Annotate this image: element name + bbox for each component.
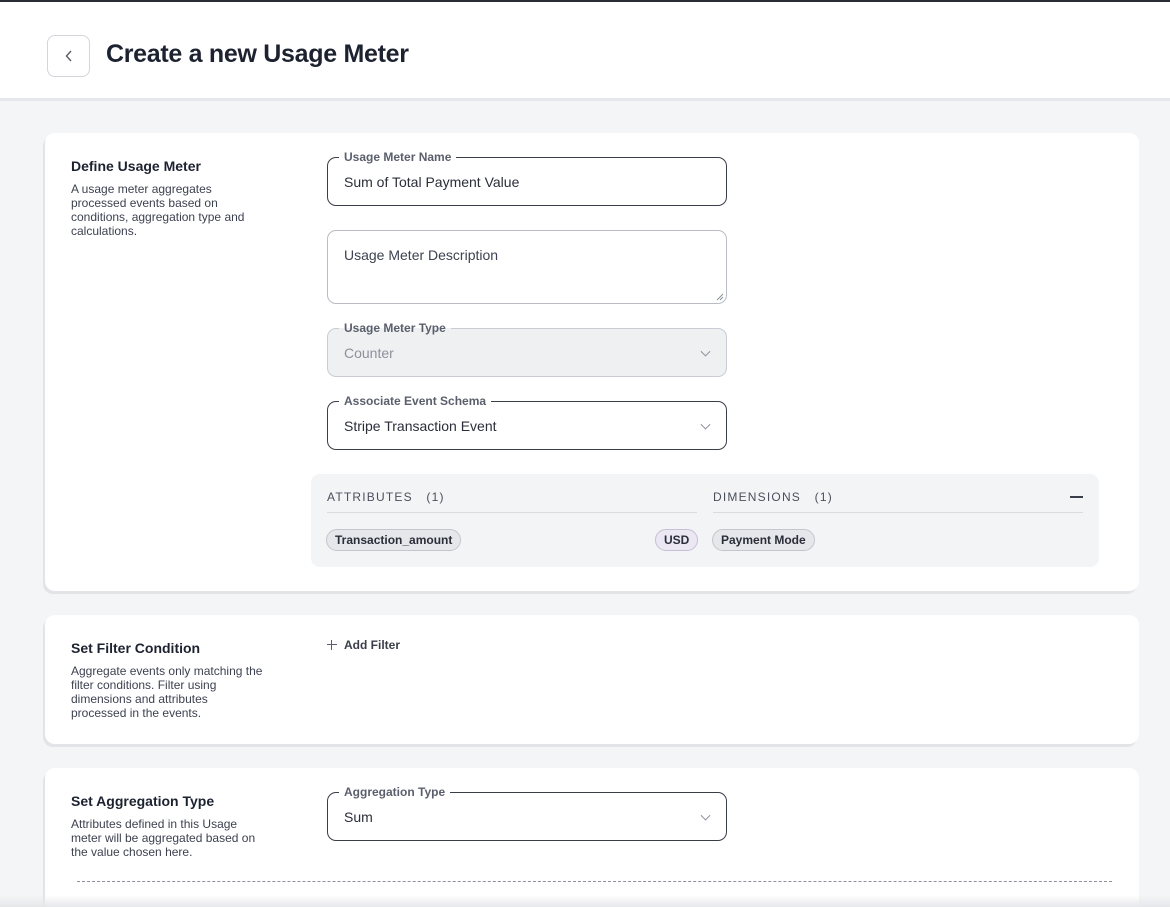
resize-handle-icon[interactable]: [716, 293, 724, 301]
usage-meter-name-field[interactable]: Usage Meter Name Sum of Total Payment Va…: [327, 149, 727, 206]
field-label: Associate Event Schema: [339, 393, 492, 409]
usage-meter-description-field[interactable]: Usage Meter Description: [327, 230, 727, 304]
schema-details-panel: ATTRIBUTES (1) Transaction_amount USD DI…: [311, 474, 1099, 567]
section-title: Define Usage Meter: [71, 158, 201, 174]
attribute-chip: Transaction_amount: [326, 529, 462, 551]
dimension-chip: Payment Mode: [712, 529, 815, 551]
dimensions-header-label: DIMENSIONS: [713, 490, 802, 504]
divider: [327, 512, 697, 513]
dimensions-header: DIMENSIONS (1): [713, 490, 833, 504]
usage-meter-name-value: Sum of Total Payment Value: [344, 174, 520, 190]
event-schema-select[interactable]: Associate Event Schema Stripe Transactio…: [327, 393, 727, 450]
usage-meter-type-value: Counter: [344, 345, 394, 361]
field-label: Usage Meter Type: [339, 320, 451, 336]
collapse-icon[interactable]: [1070, 496, 1083, 498]
section-description: A usage meter aggregates processed event…: [71, 182, 245, 238]
chevron-down-icon: [700, 810, 711, 821]
attributes-header-label: ATTRIBUTES: [327, 490, 413, 504]
attributes-header: ATTRIBUTES (1): [327, 490, 445, 504]
event-schema-value: Stripe Transaction Event: [344, 418, 497, 434]
field-label: Usage Meter Name: [339, 149, 457, 165]
aggregation-type-select[interactable]: Aggregation Type Sum: [327, 784, 727, 841]
dimensions-count: (1): [814, 490, 833, 504]
aggregation-type-card: Set Aggregation Type Attributes defined …: [45, 768, 1139, 907]
field-label: Aggregation Type: [339, 784, 451, 800]
filter-condition-card: Set Filter Condition Aggregate events on…: [45, 615, 1139, 744]
section-title: Set Filter Condition: [71, 640, 201, 656]
page-header: Create a new Usage Meter: [0, 2, 1170, 101]
description-placeholder: Usage Meter Description: [344, 247, 499, 263]
chevron-down-icon: [700, 419, 711, 430]
divider: [713, 512, 1083, 513]
chevron-left-icon: [65, 50, 72, 62]
page-title: Create a new Usage Meter: [106, 40, 409, 68]
add-filter-label: Add Filter: [344, 638, 400, 652]
chevron-down-icon: [700, 346, 711, 357]
dashed-divider: [77, 881, 1112, 882]
usage-meter-type-select: Usage Meter Type Counter: [327, 320, 727, 377]
attributes-count: (1): [426, 490, 445, 504]
section-description: Attributes defined in this Usage meter w…: [71, 817, 256, 859]
unit-badge: USD: [655, 529, 699, 551]
add-filter-button[interactable]: Add Filter: [327, 638, 400, 652]
bottom-fade: [0, 895, 1170, 907]
aggregation-type-value: Sum: [344, 809, 373, 825]
plus-icon: [327, 640, 337, 650]
back-button[interactable]: [47, 35, 90, 77]
section-description: Aggregate events only matching the filte…: [71, 664, 263, 720]
define-usage-meter-card: Define Usage Meter A usage meter aggrega…: [45, 133, 1139, 591]
section-title: Set Aggregation Type: [71, 793, 215, 809]
